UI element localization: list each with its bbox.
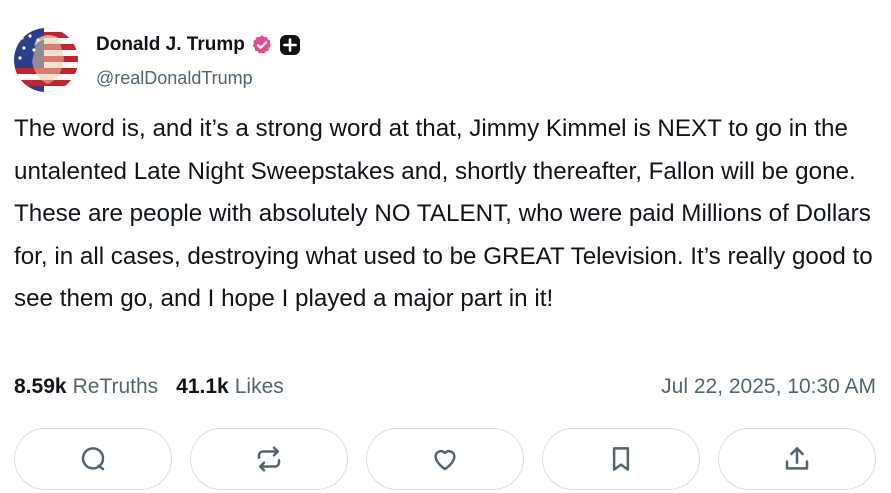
display-name[interactable]: Donald J. Trump [96, 34, 245, 56]
name-row: Donald J. Trump [96, 34, 301, 56]
bookmark-button[interactable] [542, 428, 700, 490]
share-icon [785, 447, 809, 470]
timestamp[interactable]: Jul 22, 2025, 10:30 AM [661, 375, 876, 399]
handle[interactable]: @realDonaldTrump [96, 68, 253, 89]
likes-label: Likes [234, 375, 284, 398]
repost-icon [257, 446, 281, 472]
retruths-stat[interactable]: 8.59k ReTruths [14, 375, 158, 399]
flag-portrait-avatar-icon [14, 28, 78, 92]
post-header: Donald J. Trump @realDonaldTrump [14, 28, 874, 94]
like-button[interactable] [366, 428, 524, 490]
action-bar [14, 428, 876, 492]
comment-icon [81, 447, 105, 471]
reply-button[interactable] [14, 428, 172, 490]
likes-stat[interactable]: 41.1k Likes [176, 375, 284, 399]
retruths-label: ReTruths [72, 375, 159, 398]
likes-count: 41.1k [176, 375, 229, 398]
verified-badge-icon [251, 34, 273, 56]
retruths-count: 8.59k [14, 375, 67, 398]
retruth-button[interactable] [190, 428, 348, 490]
post-text: The word is, and it’s a strong word at t… [14, 115, 873, 312]
heart-icon [434, 450, 456, 471]
plus-badge-icon [279, 34, 301, 56]
post-stats: 8.59k ReTruths 41.1k Likes Jul 22, 2025,… [14, 372, 876, 402]
avatar[interactable] [14, 28, 78, 92]
share-button[interactable] [718, 428, 876, 490]
bookmark-icon [612, 447, 630, 471]
